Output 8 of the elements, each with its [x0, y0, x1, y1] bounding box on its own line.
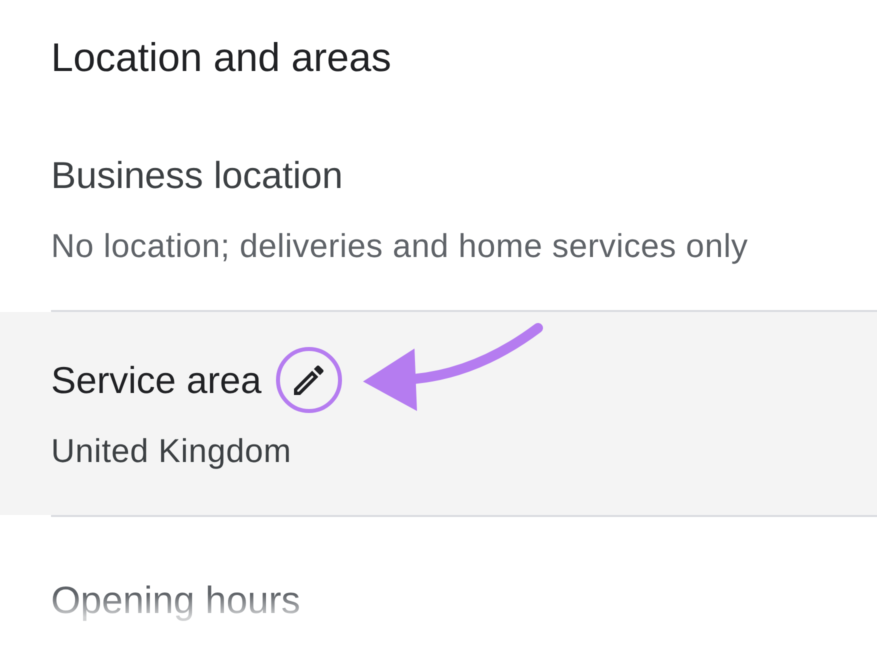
pencil-icon — [294, 365, 324, 395]
item-title: Service area — [51, 358, 262, 402]
section-title: Location and areas — [51, 35, 392, 82]
item-value: No location; deliveries and home services only — [51, 226, 748, 266]
item-title: Opening hours — [51, 579, 300, 624]
item-title: Business location — [51, 153, 343, 197]
item-value: United Kingdom — [51, 431, 292, 471]
edit-button[interactable] — [276, 347, 342, 413]
